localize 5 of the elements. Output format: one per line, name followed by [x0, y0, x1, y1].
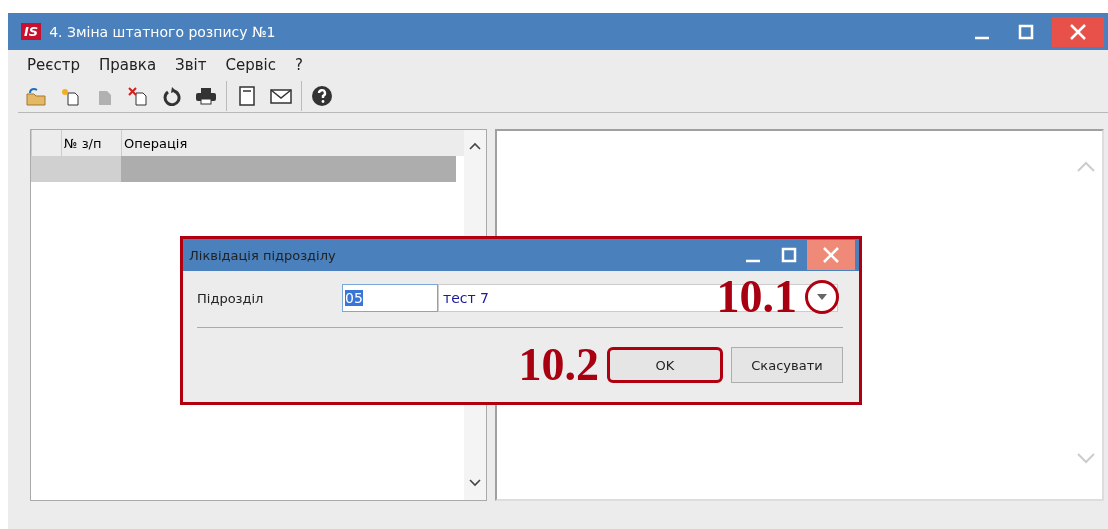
field-label: Підрозділ: [197, 290, 265, 306]
dialog-title: Ліквідація підрозділу: [189, 247, 337, 263]
app-logo: IS: [21, 23, 42, 40]
step-annotation: 10.2: [518, 342, 599, 388]
window-title: 4. Зміна штатного розпису №1: [49, 23, 277, 40]
